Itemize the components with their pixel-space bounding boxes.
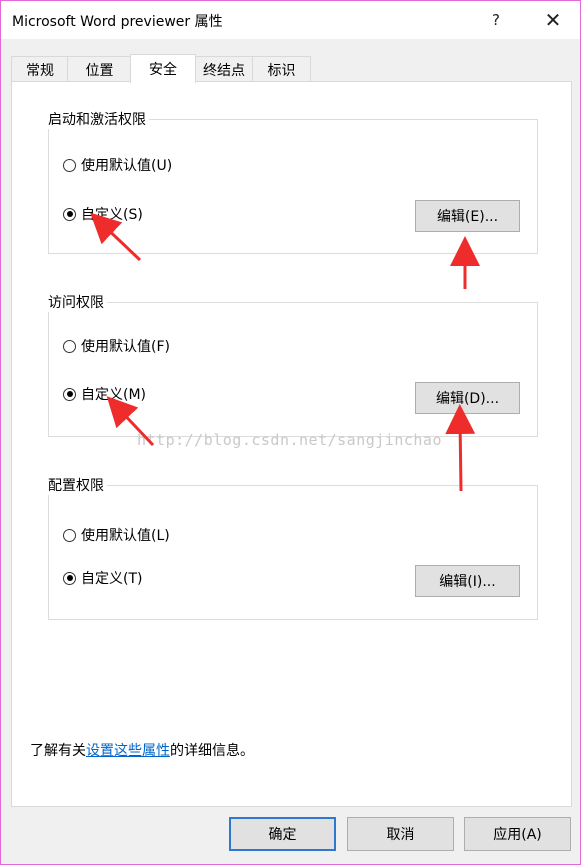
use-default-radio-option[interactable]: 使用默认值(F) [63,336,170,356]
ok-button[interactable]: 确定 [229,817,336,851]
custom-radio-option[interactable]: 自定义(M) [63,384,146,404]
window-title: Microsoft Word previewer 属性 [12,14,223,30]
radio-label: 使用默认值(U) [81,158,173,174]
radio-button[interactable] [63,339,76,353]
tab-identity[interactable]: 标识 [252,56,311,82]
custom-radio-option[interactable]: 自定义(S) [63,204,143,224]
tab-endpoints[interactable]: 终结点 [194,56,254,82]
tab-general[interactable]: 常规 [11,56,69,82]
settings-help-link[interactable]: 设置这些属性 [86,743,170,759]
tab-location[interactable]: 位置 [67,56,132,82]
radio-label: 使用默认值(F) [81,339,170,355]
radio-label: 自定义(S) [81,207,143,223]
group-title: 配置权限 [45,475,107,495]
edit-launch-permissions-button[interactable]: 编辑(E)... [415,200,520,232]
apply-button[interactable]: 应用(A) [464,817,571,851]
help-button[interactable]: ? [473,1,519,39]
radio-label: 使用默认值(L) [81,528,170,544]
help-text-suffix: 的详细信息。 [170,743,254,759]
use-default-radio-option[interactable]: 使用默认值(U) [63,155,172,175]
close-button[interactable]: ✕ [530,1,576,39]
use-default-radio-option[interactable]: 使用默认值(L) [63,525,170,545]
help-text-prefix: 了解有关 [30,743,86,759]
radio-button-selected[interactable] [63,387,76,401]
radio-label: 自定义(T) [81,571,143,587]
tab-security[interactable]: 安全 [130,54,196,83]
cancel-button[interactable]: 取消 [347,817,454,851]
radio-button-selected[interactable] [63,207,76,221]
launch-activation-permissions-group: 启动和激活权限 使用默认值(U) 自定义(S) 编辑(E)... [45,109,538,254]
title-bar: Microsoft Word previewer 属性 ? ✕ [1,1,580,39]
radio-button[interactable] [63,528,76,542]
radio-button[interactable] [63,158,76,172]
edit-configuration-permissions-button[interactable]: 编辑(I)... [415,565,520,597]
dialog-window: Microsoft Word previewer 属性 ? ✕ 常规 位置 安全… [0,0,581,865]
radio-label: 自定义(M) [81,387,147,403]
group-title: 启动和激活权限 [45,109,149,129]
access-permissions-group: 访问权限 使用默认值(F) 自定义(M) 编辑(D)... [45,292,538,437]
group-title: 访问权限 [45,292,107,312]
custom-radio-option[interactable]: 自定义(T) [63,568,142,588]
configuration-permissions-group: 配置权限 使用默认值(L) 自定义(T) 编辑(I)... [45,475,538,620]
edit-access-permissions-button[interactable]: 编辑(D)... [415,382,520,414]
watermark-text: http://blog.csdn.net/sangjinchao [137,431,442,449]
help-text: 了解有关设置这些属性的详细信息。 [30,740,254,760]
radio-button-selected[interactable] [63,571,76,585]
